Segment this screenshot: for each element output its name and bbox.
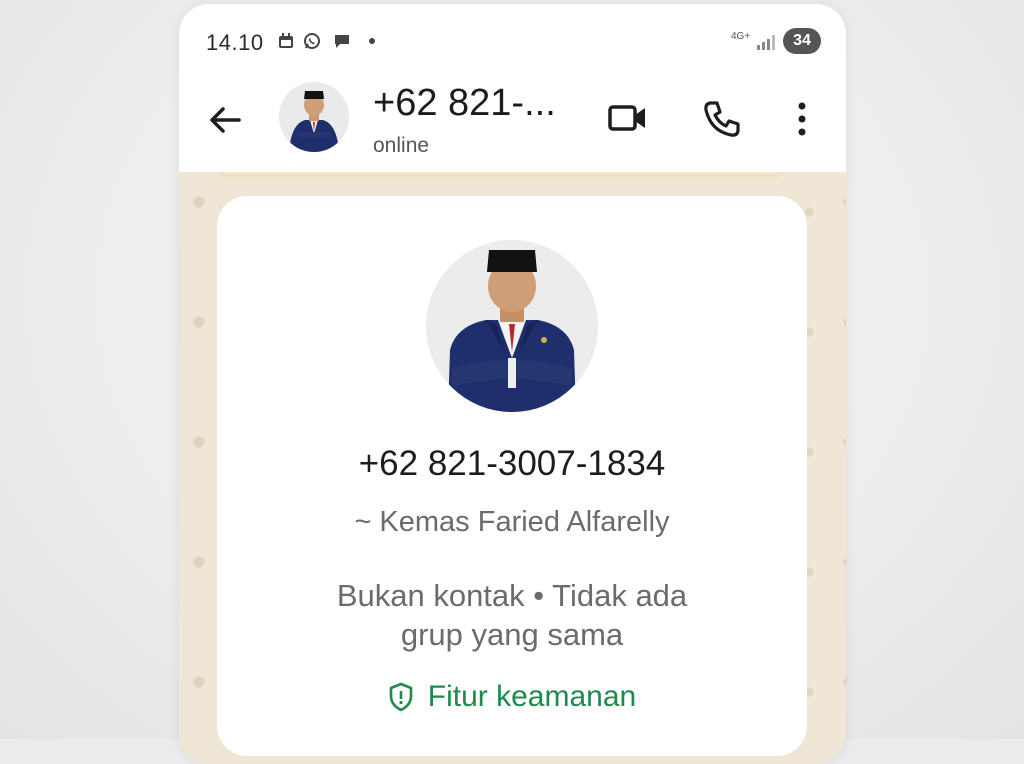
- top-bar: 14.10 4G+ 34 +62 821-... online: [179, 4, 846, 172]
- contact-push-name: ~ Kemas Faried Alfarelly: [354, 506, 670, 538]
- safety-tools-link[interactable]: Fitur keamanan: [217, 680, 807, 720]
- contact-relationship-info: Bukan kontak • Tidak ada grup yang sama: [336, 578, 688, 652]
- network-type: 4G+: [731, 31, 751, 42]
- chat-header: +62 821-... online: [179, 80, 846, 170]
- battery-level: 34: [783, 28, 821, 54]
- presence-status: online: [373, 134, 430, 157]
- signal-icon: [757, 35, 775, 50]
- whatsapp-notification-icon: [304, 33, 320, 49]
- person-photo-large: [426, 240, 598, 412]
- profile-photo[interactable]: [426, 240, 598, 412]
- chat-notification-icon: [335, 35, 349, 48]
- video-call-icon[interactable]: [607, 98, 649, 138]
- contact-phone-number: +62 821-3007-1834: [358, 444, 666, 483]
- contact-avatar[interactable]: [279, 82, 349, 152]
- contact-title[interactable]: +62 821-...: [373, 82, 556, 125]
- more-notifications-dot: [369, 38, 375, 44]
- status-time: 14.10: [206, 30, 264, 55]
- more-options-icon[interactable]: [791, 98, 813, 140]
- person-photo: [279, 82, 349, 152]
- phone-screen: 14.10 4G+ 34 +62 821-... online +62 821-…: [179, 4, 846, 764]
- shield-icon: [389, 682, 413, 712]
- status-bar: 14.10 4G+ 34: [179, 22, 846, 62]
- safety-tools-label: Fitur keamanan: [427, 680, 637, 713]
- contact-info-card: +62 821-3007-1834 ~ Kemas Faried Alfarel…: [217, 196, 807, 756]
- calendar-notification-icon: [279, 33, 293, 48]
- voice-call-icon[interactable]: [701, 98, 743, 140]
- back-arrow-icon[interactable]: [205, 100, 245, 140]
- header-divider: [219, 174, 779, 177]
